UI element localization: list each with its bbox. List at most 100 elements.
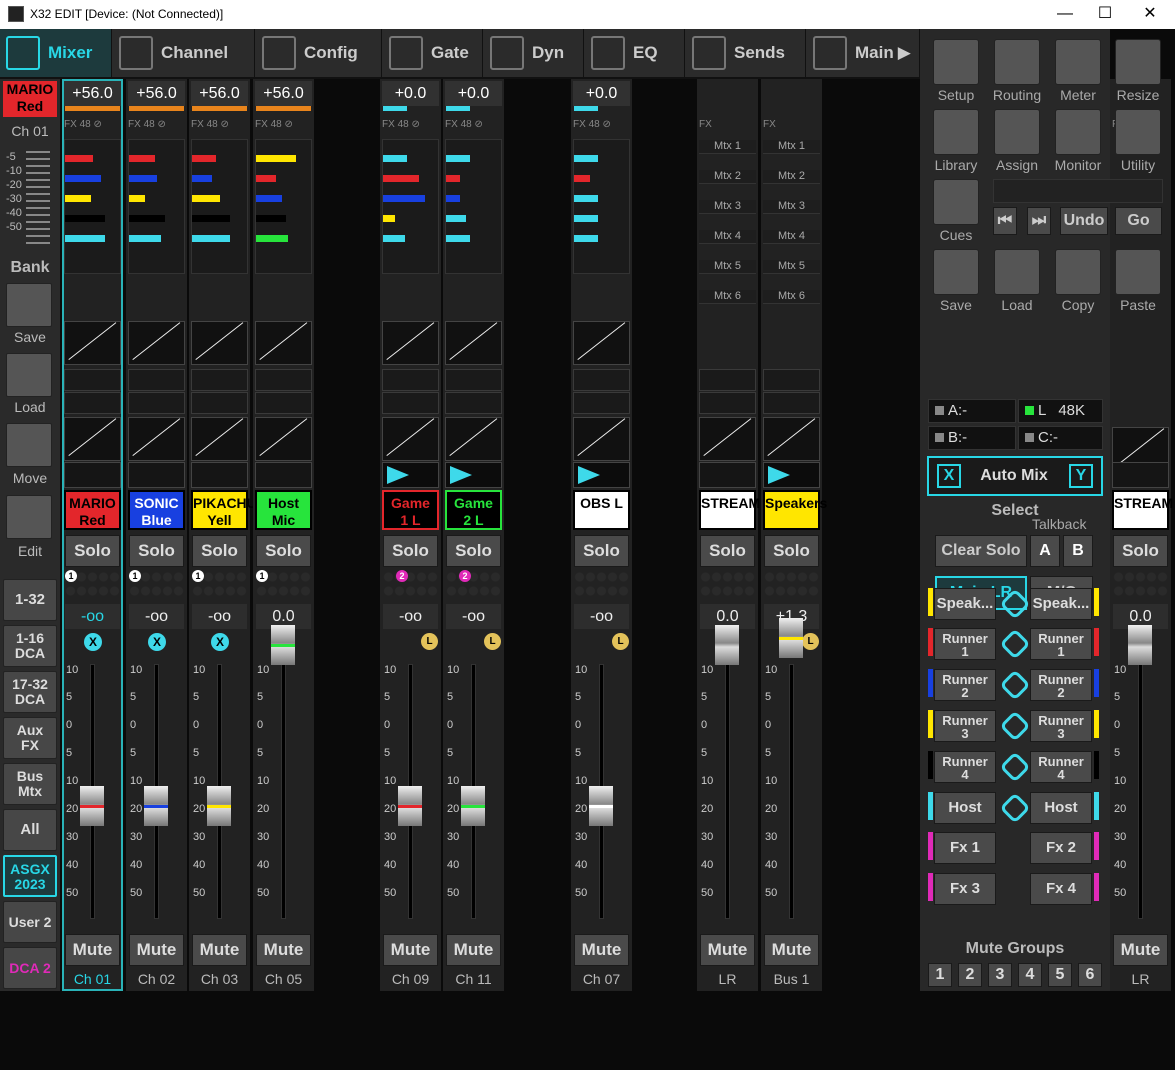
fader-value[interactable]: -oo xyxy=(129,604,184,629)
bus-assign-dots[interactable] xyxy=(764,570,819,598)
bank-dca-2-button[interactable]: DCA 2 xyxy=(3,947,57,989)
insert-block[interactable] xyxy=(573,369,630,391)
assign-button[interactable]: Assign xyxy=(989,105,1045,173)
link-icon[interactable] xyxy=(999,792,1031,824)
mute-group-2-button[interactable]: 2 xyxy=(958,963,982,987)
fader-knob[interactable] xyxy=(1128,625,1152,665)
matrix-send[interactable]: Mtx 2 xyxy=(763,170,820,184)
talkback-b-button[interactable]: B xyxy=(1063,535,1093,567)
monitor-button[interactable]: Monitor xyxy=(1050,105,1106,173)
bank-bus-mtx-button[interactable]: Bus Mtx xyxy=(3,763,57,805)
mute-button[interactable]: Mute xyxy=(574,934,629,966)
fader-knob[interactable] xyxy=(779,618,803,658)
gain-value[interactable]: +0.0 xyxy=(445,81,502,106)
matrix-send[interactable]: Mtx 1 xyxy=(699,140,756,154)
insert-block[interactable] xyxy=(573,392,630,414)
matrix-send[interactable]: Mtx 1 xyxy=(763,140,820,154)
fader-knob[interactable] xyxy=(144,786,168,826)
insert-block[interactable] xyxy=(255,392,312,414)
solo-button[interactable]: Solo xyxy=(1113,535,1168,567)
resize-button[interactable]: Resize xyxy=(1110,35,1166,103)
bank-aux-fx-button[interactable]: Aux FX xyxy=(3,717,57,759)
library-button[interactable]: Library xyxy=(928,105,984,173)
insert-block[interactable] xyxy=(382,392,439,414)
tab-dyn[interactable]: Dyn xyxy=(484,29,584,77)
solo-button[interactable]: Solo xyxy=(192,535,247,567)
mute-button[interactable]: Mute xyxy=(256,934,311,966)
fx-insert[interactable]: FX xyxy=(763,119,820,137)
gain-value[interactable]: +56.0 xyxy=(64,81,121,106)
fader-knob[interactable] xyxy=(271,625,295,665)
mute-group-1-button[interactable]: 1 xyxy=(928,963,952,987)
insert-block[interactable] xyxy=(255,369,312,391)
fader-knob[interactable] xyxy=(207,786,231,826)
dca-assign-right[interactable]: Runner 2 xyxy=(1030,669,1092,701)
minimize-button[interactable]: — xyxy=(1045,3,1085,25)
fader-knob[interactable] xyxy=(80,786,104,826)
insert-block[interactable] xyxy=(382,369,439,391)
matrix-send[interactable]: Mtx 3 xyxy=(699,200,756,214)
gain-value[interactable]: +0.0 xyxy=(573,81,630,106)
matrix-send[interactable]: Mtx 4 xyxy=(763,230,820,244)
fader-track[interactable] xyxy=(725,664,730,919)
fx-insert[interactable]: FX 48 ⊘ xyxy=(255,119,312,137)
bank-1-32-button[interactable]: 1-32 xyxy=(3,579,57,621)
link-icon[interactable] xyxy=(999,710,1031,742)
pan-control[interactable] xyxy=(1112,462,1169,488)
fader-track[interactable] xyxy=(789,664,794,919)
gate-curve[interactable] xyxy=(128,321,185,365)
matrix-send[interactable]: Mtx 5 xyxy=(763,260,820,274)
matrix-send[interactable]: Mtx 4 xyxy=(699,230,756,244)
copy-button[interactable]: Copy xyxy=(1050,245,1106,313)
fx-insert[interactable]: FX xyxy=(699,119,756,137)
dca-assign-right[interactable]: Runner 4 xyxy=(1030,751,1092,783)
dynamics-curve[interactable] xyxy=(64,417,121,461)
maximize-button[interactable]: ☐ xyxy=(1085,3,1125,25)
pan-control[interactable] xyxy=(64,462,121,488)
clear-solo-button[interactable]: Clear Solo xyxy=(935,535,1027,567)
dca-assign-right[interactable]: Host xyxy=(1030,792,1092,824)
channel-name-plate[interactable]: STREAM xyxy=(1112,490,1173,530)
mute-group-5-button[interactable]: 5 xyxy=(1048,963,1072,987)
insert-block[interactable] xyxy=(64,369,121,391)
close-button[interactable]: ✕ xyxy=(1130,3,1170,25)
dynamics-curve[interactable] xyxy=(445,417,502,461)
tab-main[interactable]: Main ▶ xyxy=(807,29,920,77)
mute-button[interactable]: Mute xyxy=(383,934,438,966)
x-assign-button[interactable]: X xyxy=(148,633,166,651)
tab-channel[interactable]: Channel xyxy=(113,29,255,77)
insert-block[interactable] xyxy=(445,369,502,391)
bus-assign-dots[interactable] xyxy=(1113,570,1168,598)
matrix-send[interactable]: Mtx 2 xyxy=(699,170,756,184)
dca-assign-left[interactable]: Fx 1 xyxy=(934,832,996,864)
mute-button[interactable]: Mute xyxy=(129,934,184,966)
channel-name-plate[interactable]: MARIO Red xyxy=(64,490,121,530)
pan-control[interactable] xyxy=(191,462,248,488)
dca-assign-left[interactable]: Runner 1 xyxy=(934,628,996,660)
gate-curve[interactable] xyxy=(64,321,121,365)
automix-y-button[interactable]: Y xyxy=(1069,464,1093,488)
play-icon[interactable] xyxy=(382,462,439,488)
bank-1-16-dca-button[interactable]: 1-16 DCA xyxy=(3,625,57,667)
play-icon[interactable] xyxy=(763,462,820,488)
link-icon[interactable] xyxy=(999,669,1031,701)
gain-value[interactable]: +56.0 xyxy=(128,81,185,106)
pan-control[interactable] xyxy=(128,462,185,488)
edit-icon[interactable] xyxy=(6,495,52,539)
dca-assign-left[interactable]: Speak... xyxy=(934,588,996,620)
bus-assign-dots[interactable] xyxy=(700,570,755,598)
bus-assign-dots[interactable] xyxy=(446,570,501,598)
play-icon[interactable] xyxy=(445,462,502,488)
automix-x-button[interactable]: X xyxy=(937,464,961,488)
channel-name-plate[interactable]: OBS L xyxy=(573,490,630,530)
fader-track[interactable] xyxy=(1138,664,1143,919)
dynamics-curve[interactable] xyxy=(573,417,630,461)
link-icon[interactable] xyxy=(999,751,1031,783)
fader-value[interactable]: -oo xyxy=(65,604,120,629)
tab-mixer[interactable]: Mixer xyxy=(0,29,112,77)
insert-block[interactable] xyxy=(763,392,820,414)
mute-button[interactable]: Mute xyxy=(446,934,501,966)
dynamics-curve[interactable] xyxy=(382,417,439,461)
link-icon[interactable] xyxy=(999,628,1031,660)
dca-assign-right[interactable]: Runner 1 xyxy=(1030,628,1092,660)
